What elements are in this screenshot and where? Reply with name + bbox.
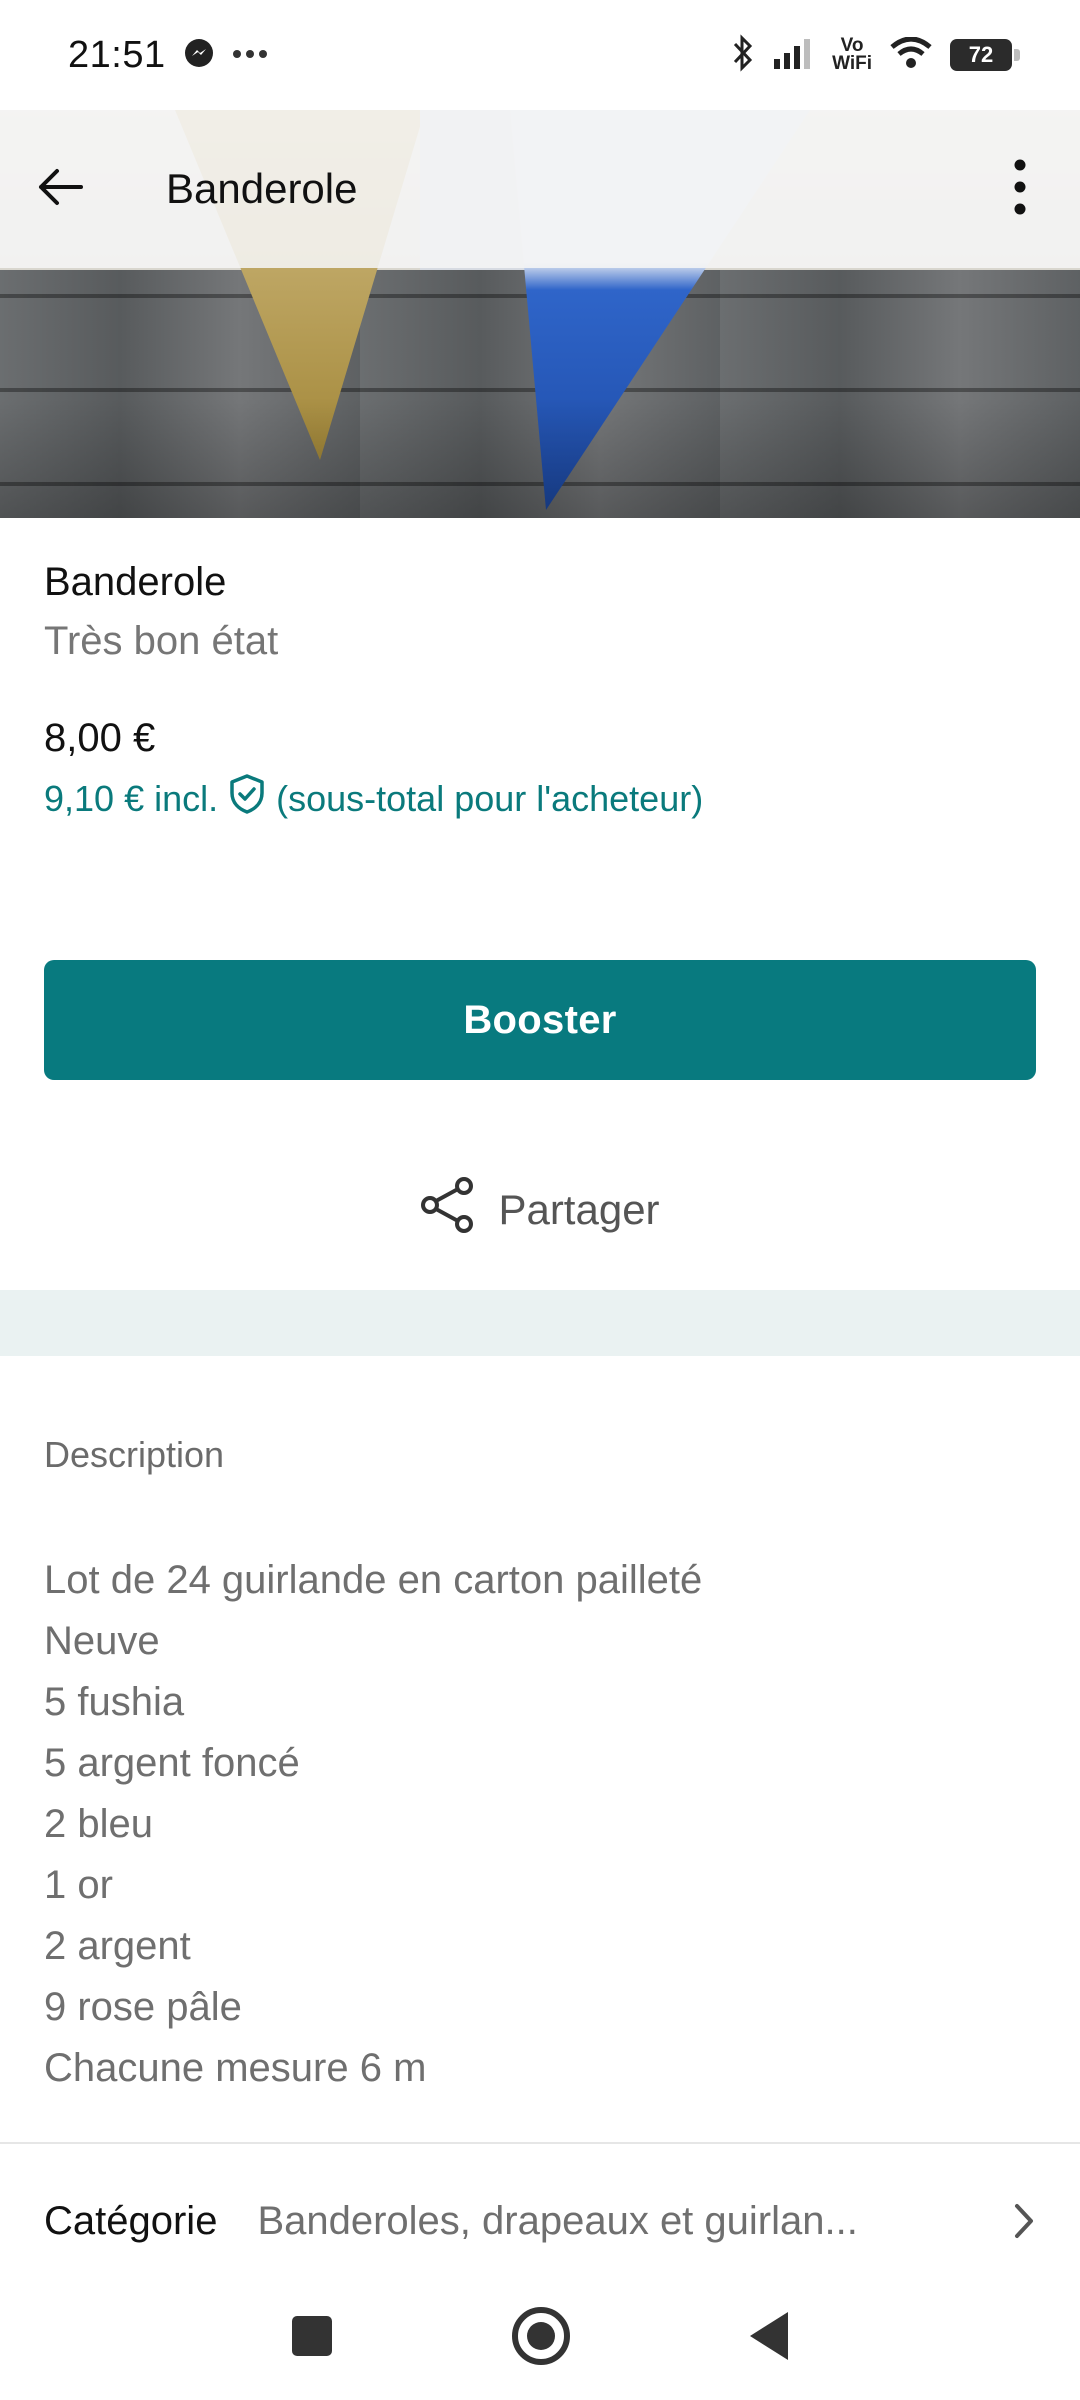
more-dots-icon: [232, 46, 268, 64]
description-line: Chacune mesure 6 m: [44, 2046, 427, 2090]
category-divider: [0, 2142, 1080, 2144]
description-line: 5 argent foncé: [44, 1741, 300, 1785]
signal-icon: [774, 37, 814, 74]
item-price: 8,00 €: [44, 716, 156, 760]
battery-icon: 72: [950, 39, 1020, 71]
description-label: Description: [44, 1434, 225, 1475]
description-line: Neuve: [44, 1619, 160, 1663]
overflow-menu-button[interactable]: [980, 129, 1060, 249]
description-line: 5 fushia: [44, 1680, 185, 1724]
status-time: 21:51: [68, 33, 166, 76]
more-vertical-icon: [1014, 159, 1026, 220]
item-info: Banderole Très bon état 8,00 € 9,10 € in…: [44, 560, 1036, 824]
share-label: Partager: [498, 1186, 660, 1233]
share-icon: [420, 1176, 476, 1244]
description-text: Lot de 24 guirlande en carton pailleté N…: [44, 1550, 1036, 2099]
section-divider: [0, 1290, 1080, 1356]
bluetooth-icon: [730, 33, 756, 77]
shield-check-icon: [228, 773, 266, 824]
description-line: 2 bleu: [44, 1802, 153, 1846]
buyer-note: (sous-total pour l'acheteur): [276, 777, 704, 819]
description-line: Lot de 24 guirlande en carton pailleté: [44, 1558, 703, 1602]
item-page: 21:51 Vo WiFi 72 Banderole Banderole Trè…: [0, 0, 1080, 2400]
category-label: Catégorie: [44, 2198, 218, 2243]
booster-button[interactable]: Booster: [44, 960, 1036, 1080]
wifi-icon: [890, 36, 932, 74]
buyer-price: 9,10 €: [44, 777, 145, 819]
buyer-price-line[interactable]: 9,10 € incl. (sous-total pour l'acheteur…: [44, 773, 1036, 824]
system-back-button[interactable]: [750, 2312, 788, 2360]
back-button[interactable]: [0, 129, 120, 249]
arrow-left-icon: [35, 167, 85, 212]
system-nav-bar: [0, 2272, 1080, 2400]
description-line: 1 or: [44, 1863, 113, 1907]
page-title: Banderole: [166, 165, 358, 212]
item-title: Banderole: [44, 560, 227, 604]
description-line: 9 rose pâle: [44, 1985, 242, 2029]
recents-button[interactable]: [292, 2316, 332, 2356]
home-button[interactable]: [512, 2307, 570, 2365]
category-row[interactable]: Catégorie Banderoles, drapeaux et guirla…: [0, 2170, 1080, 2272]
vowifi-indicator: Vo WiFi: [832, 36, 872, 74]
messenger-icon: [184, 38, 214, 73]
status-bar: 21:51 Vo WiFi 72: [0, 0, 1080, 110]
description-line: 2 argent: [44, 1924, 191, 1968]
item-condition: Très bon état: [44, 619, 279, 663]
buyer-incl: incl.: [154, 777, 219, 819]
battery-level: 72: [968, 42, 994, 67]
vowifi-bottom: WiFi: [832, 53, 872, 74]
chevron-right-icon: [1012, 2201, 1036, 2241]
home-dot: [527, 2322, 555, 2350]
top-app-bar: Banderole: [0, 110, 1080, 268]
photo-shade: [0, 398, 1080, 518]
share-button[interactable]: Partager: [0, 1150, 1080, 1270]
category-value: Banderoles, drapeaux et guirlan...: [257, 2198, 858, 2243]
